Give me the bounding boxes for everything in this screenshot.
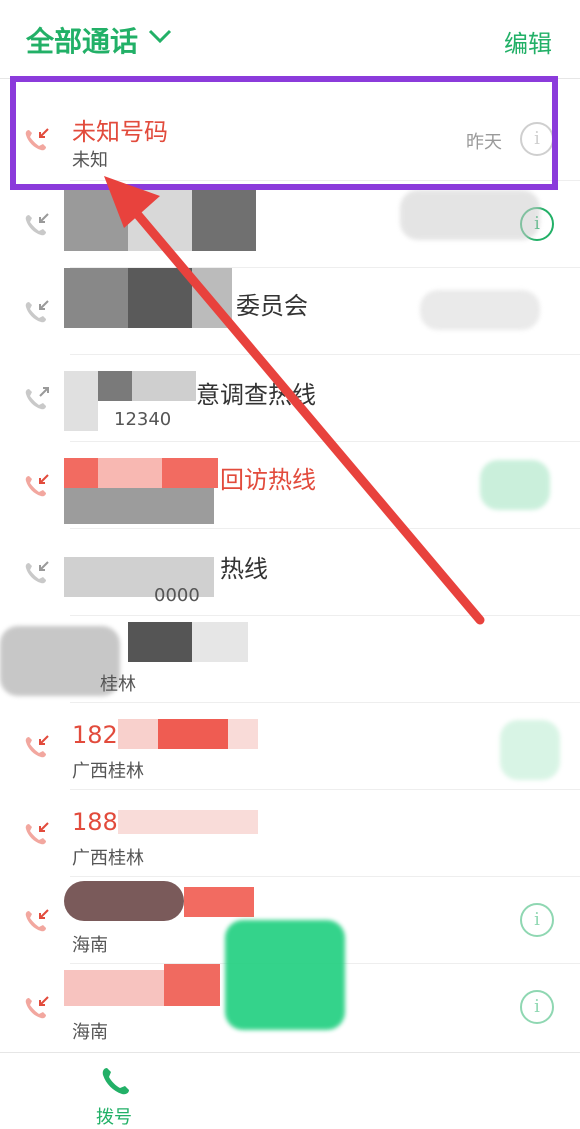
call-row[interactable]: 热线 0000 xyxy=(0,529,580,616)
redacted-mosaic xyxy=(132,371,196,401)
incoming-call-icon xyxy=(25,561,49,584)
caller-number: 182 xyxy=(72,721,118,749)
redacted-mosaic xyxy=(64,187,128,251)
phone-icon[interactable] xyxy=(100,1065,132,1097)
redacted-mosaic xyxy=(64,458,98,488)
call-row[interactable]: 182 广西桂林 xyxy=(0,703,580,790)
incoming-call-icon xyxy=(25,300,49,323)
redacted-mosaic xyxy=(98,371,132,401)
info-icon[interactable]: i xyxy=(520,903,554,937)
redacted-mosaic xyxy=(98,458,162,488)
redacted-mosaic xyxy=(64,881,184,921)
outgoing-call-icon xyxy=(25,387,49,410)
caller-location: 海南 xyxy=(72,935,108,956)
caller-location: 12340 xyxy=(114,409,172,430)
caller-location: 广西桂林 xyxy=(72,848,144,869)
missed-call-icon xyxy=(25,822,49,845)
caller-location: 广西桂林 xyxy=(72,761,144,782)
scribble-redaction xyxy=(500,720,560,780)
call-row[interactable]: 意调查热线 12340 xyxy=(0,355,580,442)
missed-call-icon xyxy=(25,735,49,758)
scribble-redaction xyxy=(480,460,550,510)
caller-location: 海南 xyxy=(72,1022,108,1043)
caller-number: 188 xyxy=(72,808,118,836)
caller-name: 热线 xyxy=(220,555,268,583)
edit-button[interactable]: 编辑 xyxy=(504,24,552,59)
call-filter-title[interactable]: 全部通话 xyxy=(26,20,138,60)
redacted-mosaic xyxy=(64,970,164,1006)
redacted-mosaic xyxy=(192,268,232,328)
caller-name: 回访热线 xyxy=(220,466,316,494)
redacted-mosaic xyxy=(128,187,192,251)
bottom-nav: 拨号 xyxy=(0,1052,580,1128)
redacted-mosaic xyxy=(228,719,258,749)
redacted-mosaic xyxy=(128,268,192,328)
redacted-mosaic xyxy=(118,810,258,834)
redacted-mosaic xyxy=(118,719,158,749)
scribble-redaction xyxy=(420,290,540,330)
redacted-mosaic xyxy=(184,887,254,917)
call-row[interactable]: 桂林 xyxy=(0,616,580,703)
redacted-mosaic xyxy=(128,622,192,662)
caller-name: 委员会 xyxy=(236,292,308,320)
caller-location: 0000 xyxy=(154,585,200,606)
scribble-redaction xyxy=(400,190,540,240)
scribble-redaction xyxy=(225,920,345,1030)
header: 全部通话 编辑 xyxy=(0,0,580,79)
chevron-down-icon[interactable] xyxy=(148,28,172,44)
call-row[interactable]: 188 广西桂林 xyxy=(0,790,580,877)
redacted-mosaic xyxy=(162,458,218,488)
redacted-mosaic xyxy=(192,187,256,251)
dial-tab-label[interactable]: 拨号 xyxy=(96,1103,132,1129)
highlight-box xyxy=(10,76,558,190)
missed-call-icon xyxy=(25,474,49,497)
redacted-mosaic xyxy=(158,719,228,749)
caller-location: 桂林 xyxy=(100,674,136,695)
redacted-mosaic xyxy=(192,622,248,662)
redacted-mosaic xyxy=(64,488,214,524)
redacted-mosaic xyxy=(164,964,220,1006)
incoming-call-icon xyxy=(25,213,49,236)
missed-call-icon xyxy=(25,909,49,932)
redacted-mosaic xyxy=(64,268,128,328)
missed-call-icon xyxy=(25,996,49,1019)
info-icon[interactable]: i xyxy=(520,990,554,1024)
redacted-mosaic xyxy=(64,371,98,431)
caller-name: 意调查热线 xyxy=(196,381,316,409)
